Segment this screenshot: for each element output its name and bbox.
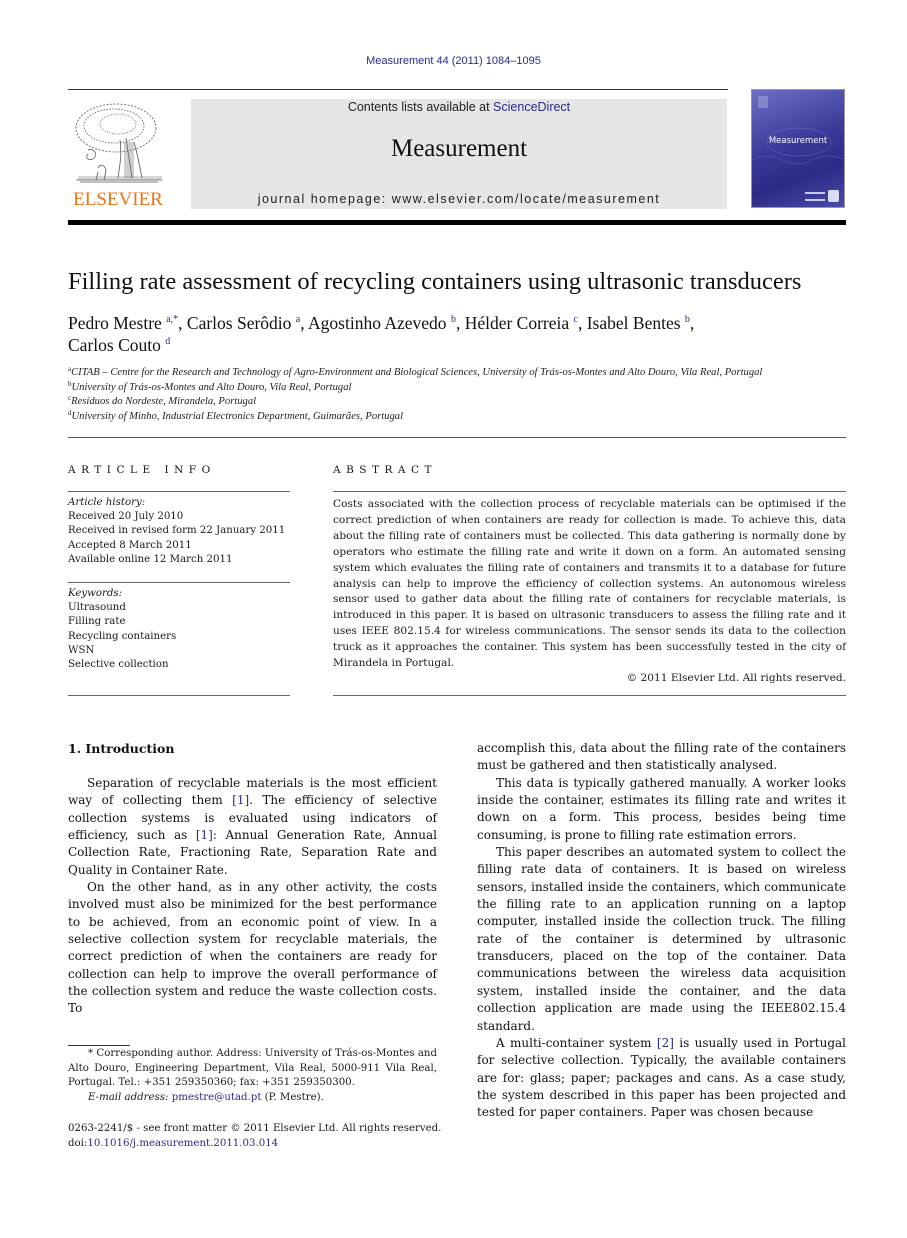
journal-cover-thumbnail[interactable]: Measurement xyxy=(751,89,845,208)
affiliation: cResíduos do Nordeste, Mirandela, Portug… xyxy=(68,394,257,408)
abstract-text: Costs associated with the collection pro… xyxy=(333,498,846,670)
contents-available-line: Contents lists available at ScienceDirec… xyxy=(191,100,727,114)
author: Isabel Bentes b, xyxy=(586,313,695,333)
email-link[interactable]: pmestre@utad.pt xyxy=(172,1092,262,1103)
divider xyxy=(68,491,290,492)
affiliation-marker[interactable]: a,* xyxy=(166,314,178,325)
keyword: WSN xyxy=(68,644,95,656)
footnote-text: * Corresponding author. Address: Univers… xyxy=(68,1048,437,1088)
citation-link[interactable]: [1] xyxy=(196,828,213,842)
corresponding-author-footnote: * Corresponding author. Address: Univers… xyxy=(68,1047,437,1105)
paragraph: A multi-container system [2] is usually … xyxy=(477,1035,846,1120)
journal-name: Measurement xyxy=(390,135,528,162)
body-column-left: Separation of recyclable materials is th… xyxy=(68,775,437,1018)
history-item: Available online 12 March 2011 xyxy=(68,553,233,565)
keyword: Selective collection xyxy=(68,659,169,671)
divider xyxy=(333,695,846,696)
article-history: Article history: Received 20 July 2010 R… xyxy=(68,496,293,567)
keywords-label: Keywords: xyxy=(68,588,123,599)
article-info-heading: ARTICLE INFO xyxy=(68,464,216,476)
header-rule xyxy=(68,89,728,90)
article-title: Filling rate assessment of recycling con… xyxy=(68,268,802,295)
elsevier-tree-icon xyxy=(75,103,162,183)
cover-badge-icon xyxy=(828,190,839,202)
cover-text-lines xyxy=(805,192,825,201)
affiliation: aCITAB – Centre for the Research and Tec… xyxy=(68,365,763,379)
history-label: Article history: xyxy=(68,497,146,508)
author: Carlos Couto d xyxy=(68,335,171,355)
paragraph: This paper describes an automated system… xyxy=(477,845,846,1033)
keywords: Keywords: Ultrasound Filling rate Recycl… xyxy=(68,587,293,672)
author-list: Pedro Mestre a,*, Carlos Serôdio a, Agos… xyxy=(68,312,848,356)
elsevier-logo: ELSEVIER xyxy=(68,98,168,210)
divider xyxy=(68,582,290,583)
issn-line: 0263-2241/$ - see front matter © 2011 El… xyxy=(68,1123,442,1134)
author: Agostinho Azevedo b, xyxy=(308,313,465,333)
doi-line: doi:10.1016/j.measurement.2011.03.014 xyxy=(68,1137,279,1149)
body-column-right: accomplish this, data about the filling … xyxy=(477,740,846,1122)
history-item: Accepted 8 March 2011 xyxy=(68,539,192,551)
cover-title: Measurement xyxy=(768,136,828,146)
section-divider xyxy=(68,437,846,438)
journal-homepage-link[interactable]: journal homepage: www.elsevier.com/locat… xyxy=(191,192,727,206)
section-heading-introduction: 1. Introduction xyxy=(68,741,175,756)
journal-reference[interactable]: Measurement 44 (2011) 1084–1095 xyxy=(0,55,907,67)
citation-link[interactable]: [1] xyxy=(232,793,249,807)
paragraph: This data is typically gathered manually… xyxy=(477,775,846,842)
header-thick-rule xyxy=(68,220,846,225)
author: Pedro Mestre a,*, xyxy=(68,313,187,333)
author: Hélder Correia c, xyxy=(464,313,587,333)
affiliations: aCITAB – Centre for the Research and Tec… xyxy=(68,366,858,424)
history-item: Received in revised form 22 January 2011 xyxy=(68,525,286,537)
journal-banner: Contents lists available at ScienceDirec… xyxy=(191,99,727,209)
keyword: Filling rate xyxy=(68,616,126,628)
history-item: Received 20 July 2010 xyxy=(68,511,184,523)
doi-link[interactable]: 10.1016/j.measurement.2011.03.014 xyxy=(87,1138,278,1149)
elsevier-wordmark: ELSEVIER xyxy=(73,189,163,210)
email-line: E-mail address: pmestre@utad.pt (P. Mest… xyxy=(88,1091,324,1103)
journal-reference-link[interactable]: Measurement 44 (2011) 1084–1095 xyxy=(366,55,541,67)
author: Carlos Serôdio a, xyxy=(186,313,309,333)
divider xyxy=(68,695,290,696)
abstract-heading: ABSTRACT xyxy=(333,464,438,476)
footnote-rule xyxy=(68,1045,130,1046)
paragraph: On the other hand, as in any other activ… xyxy=(68,880,437,1016)
paragraph: accomplish this, data about the filling … xyxy=(477,741,846,773)
divider xyxy=(333,491,846,492)
keyword: Ultrasound xyxy=(68,602,126,614)
affiliation: bUniversity of Trás-os-Montes and Alto D… xyxy=(68,379,352,393)
sciencedirect-link[interactable]: ScienceDirect xyxy=(493,100,570,114)
keyword: Recycling containers xyxy=(68,630,177,642)
paragraph: Separation of recyclable materials is th… xyxy=(68,776,437,877)
affiliation-marker[interactable]: d xyxy=(165,336,170,347)
abstract-copyright: © 2011 Elsevier Ltd. All rights reserved… xyxy=(626,672,846,684)
affiliation: dUniversity of Minho, Industrial Electro… xyxy=(68,408,404,422)
citation-link[interactable]: [2] xyxy=(657,1036,674,1050)
front-matter: 0263-2241/$ - see front matter © 2011 El… xyxy=(68,1122,448,1151)
contents-prefix: Contents lists available at xyxy=(347,100,494,114)
